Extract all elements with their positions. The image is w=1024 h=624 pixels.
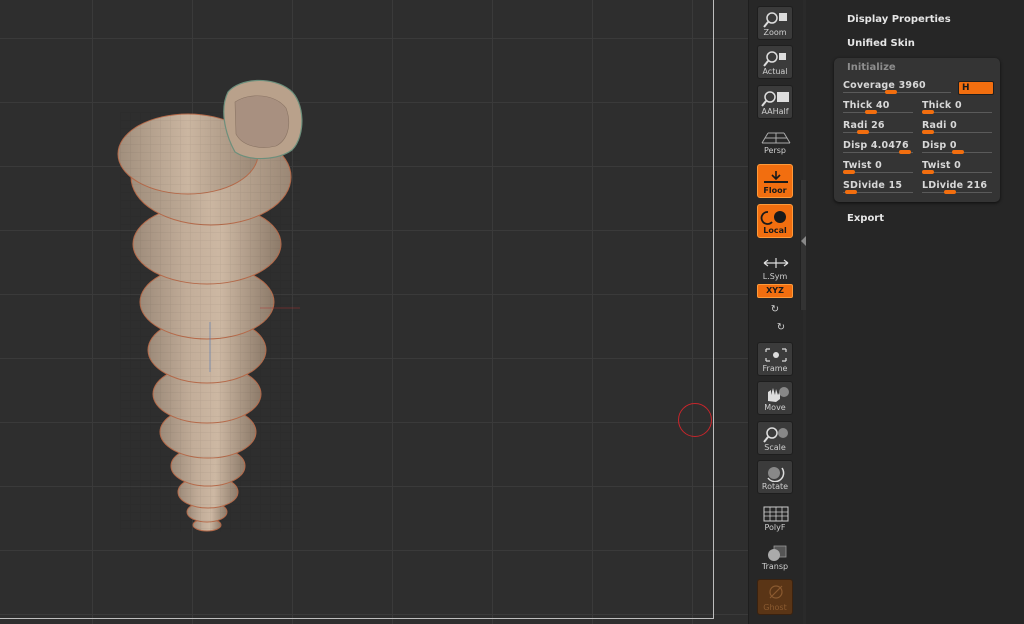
move-label: Move xyxy=(764,403,786,412)
rotate-y-icon[interactable]: ↻ xyxy=(769,304,781,316)
display-properties-menu[interactable]: Display Properties xyxy=(847,14,951,25)
aahalf-button[interactable]: AAHalf xyxy=(757,85,793,119)
zoom-button[interactable]: Zoom xyxy=(757,6,793,40)
h-button[interactable]: H xyxy=(958,81,994,95)
coverage-label: Coverage 3960 xyxy=(843,80,926,91)
zoom-label: Zoom xyxy=(763,28,787,37)
persp-label: Persp xyxy=(764,146,786,155)
disp-left-slider[interactable]: Disp 4.0476 xyxy=(843,140,915,157)
unified-skin-menu[interactable]: Unified Skin xyxy=(847,38,915,49)
sdivide-slider[interactable]: SDivide 15 xyxy=(843,180,915,197)
frame-label: Frame xyxy=(762,364,788,373)
floor-label: Floor xyxy=(763,186,787,195)
brush-cursor xyxy=(678,403,712,437)
ldivide-slider[interactable]: LDivide 216 xyxy=(922,180,994,197)
move-button[interactable]: Move xyxy=(757,381,793,415)
radi-right-slider[interactable]: Radi 0 xyxy=(922,120,994,137)
polyf-icon xyxy=(763,506,789,522)
transp-icon xyxy=(768,545,787,561)
export-menu[interactable]: Export xyxy=(847,213,884,224)
scale-icon xyxy=(763,427,788,443)
coverage-slider[interactable]: Coverage 3960 xyxy=(843,80,955,97)
rotate-icon xyxy=(767,467,785,482)
local-label: Local xyxy=(763,226,787,235)
ghost-icon xyxy=(769,585,783,599)
disp-right-label: Disp 0 xyxy=(922,140,957,151)
disp-right-slider[interactable]: Disp 0 xyxy=(922,140,994,157)
transp-label: Transp xyxy=(761,562,789,571)
thick-left-slider[interactable]: Thick 40 xyxy=(843,100,915,117)
aahalf-label: AAHalf xyxy=(761,107,789,116)
initialize-title[interactable]: Initialize xyxy=(847,62,896,73)
rotate-z-icon[interactable]: ↻ xyxy=(775,322,787,334)
right-shelf-toolbar: Zoom Actual AAHalf Persp Floor Local L.S… xyxy=(748,0,803,624)
zoom-icon xyxy=(763,12,787,28)
rotate-button[interactable]: Rotate xyxy=(757,460,793,494)
actual-icon xyxy=(763,51,786,67)
initialize-subpalette: Initialize Coverage 3960 H Thick 40 Thic… xyxy=(834,58,1000,202)
frame-icon xyxy=(765,348,787,362)
transp-button[interactable]: Transp xyxy=(757,540,793,574)
polyf-button[interactable]: PolyF xyxy=(757,501,793,535)
thick-right-slider[interactable]: Thick 0 xyxy=(922,100,994,117)
seashell-model[interactable] xyxy=(100,72,320,542)
scale-label: Scale xyxy=(764,443,786,452)
polyf-label: PolyF xyxy=(764,523,786,532)
aahalf-icon xyxy=(761,91,789,107)
local-icon xyxy=(760,211,786,225)
actual-label: Actual xyxy=(762,67,788,76)
lsym-label: L.Sym xyxy=(762,272,788,281)
tool-palette-panel: Display Properties Unified Skin Initiali… xyxy=(806,0,1024,624)
xyz-label: XYZ xyxy=(766,286,784,295)
lsym-button[interactable]: L.Sym xyxy=(757,250,793,284)
xyz-toggle-button[interactable]: XYZ xyxy=(757,284,793,298)
ghost-label: Ghost xyxy=(763,603,787,612)
twist-left-slider[interactable]: Twist 0 xyxy=(843,160,915,177)
rotate-label: Rotate xyxy=(761,482,789,491)
local-button[interactable]: Local xyxy=(757,204,793,238)
floor-icon xyxy=(764,171,788,183)
h-button-label: H xyxy=(962,83,970,93)
persp-button[interactable]: Persp xyxy=(757,124,793,158)
frame-button[interactable]: Frame xyxy=(757,342,793,376)
move-icon xyxy=(768,387,789,402)
radi-left-slider[interactable]: Radi 26 xyxy=(843,120,915,137)
floor-button[interactable]: Floor xyxy=(757,164,793,198)
actual-button[interactable]: Actual xyxy=(757,45,793,79)
ghost-button[interactable]: Ghost xyxy=(757,579,793,615)
scale-button[interactable]: Scale xyxy=(757,421,793,455)
canvas-viewport[interactable] xyxy=(0,0,748,624)
lsym-icon xyxy=(763,258,789,268)
twist-right-slider[interactable]: Twist 0 xyxy=(922,160,994,177)
persp-icon xyxy=(761,132,791,144)
